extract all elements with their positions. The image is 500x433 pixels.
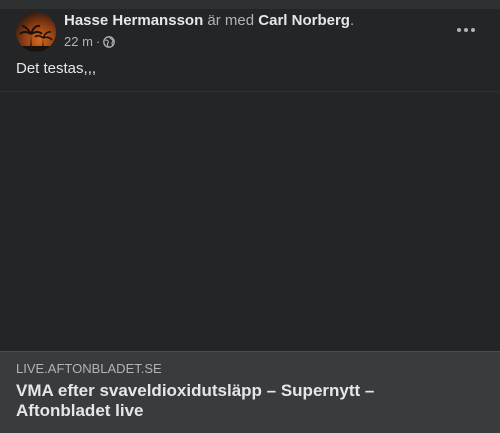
post-meta: 22 m · [64, 34, 116, 50]
more-dot-icon [464, 28, 468, 32]
top-divider [0, 0, 500, 9]
link-domain: LIVE.AFTONBLADET.SE [16, 361, 162, 376]
post-timestamp-link[interactable]: 22 m [64, 34, 93, 50]
more-options-button[interactable] [448, 18, 484, 42]
author-name-link[interactable]: Hasse Hermansson [64, 12, 203, 29]
tagged-user-link[interactable]: Carl Norberg [258, 12, 350, 29]
globe-icon[interactable] [103, 36, 116, 48]
avatar[interactable] [16, 12, 56, 52]
more-dot-icon [457, 28, 461, 32]
period-text: . [349, 12, 355, 29]
link-preview-card[interactable]: LIVE.AFTONBLADET.SE VMA efter svaveldiox… [0, 351, 500, 433]
post-header: Hasse Hermansson är med Carl Norberg. 22… [16, 12, 484, 52]
meta-separator: · [95, 34, 101, 49]
link-title[interactable]: VMA efter svaveldioxidutsläpp – Supernyt… [16, 381, 456, 421]
with-text: är med [207, 12, 255, 29]
post-text: Det testas,,, [16, 60, 97, 77]
palm-tree-sunset-icon [16, 24, 56, 52]
author-line: Hasse Hermansson är med Carl Norberg. [64, 12, 354, 30]
more-dot-icon [471, 28, 475, 32]
media-divider [0, 91, 500, 92]
